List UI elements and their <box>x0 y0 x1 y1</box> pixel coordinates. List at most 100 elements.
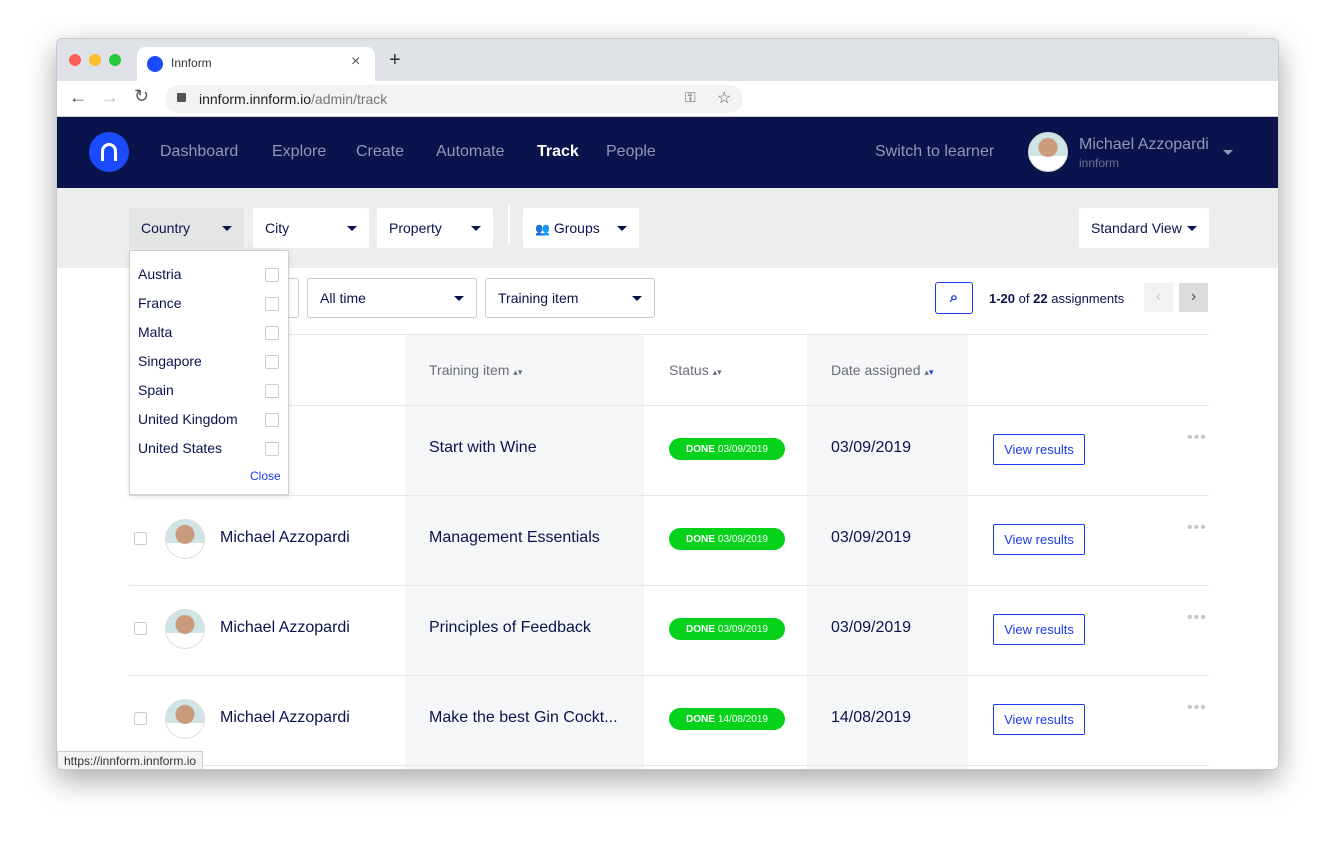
view-label: Standard View <box>1091 220 1182 236</box>
country-dropdown: Austria France Malta Singapore Spain United K… <box>129 250 289 495</box>
groups-label: Groups <box>553 220 600 236</box>
row-checkbox[interactable] <box>134 712 147 725</box>
date-assigned: 03/09/2019 <box>831 439 912 456</box>
divider <box>129 585 1209 586</box>
more-options-icon[interactable]: ••• <box>1187 699 1207 717</box>
minimize-window-button[interactable] <box>89 54 101 66</box>
nav-create[interactable]: Create <box>356 143 404 161</box>
divider <box>129 675 1209 676</box>
key-icon[interactable]: ⚿ <box>685 89 696 106</box>
nav-automate[interactable]: Automate <box>436 143 504 161</box>
row-checkbox[interactable] <box>134 622 147 635</box>
groups-filter[interactable]: 👥 Groups <box>523 208 639 248</box>
time-filter[interactable]: All time <box>307 278 477 318</box>
country-option-checkbox[interactable] <box>265 442 279 456</box>
forward-icon[interactable]: → <box>101 87 119 108</box>
sort-icon: ▴▾ <box>513 367 523 377</box>
close-tab-icon[interactable]: × <box>351 53 360 71</box>
nav-track[interactable]: Track <box>537 143 579 161</box>
users-icon: 👥 <box>535 222 550 236</box>
close-dropdown-link[interactable]: Close <box>250 469 281 483</box>
learner-name[interactable]: Michael Azzopardi <box>220 619 350 637</box>
view-results-button[interactable]: View results <box>993 704 1085 735</box>
learner-name[interactable]: Michael Azzopardi <box>220 529 350 547</box>
user-avatar[interactable] <box>1028 132 1068 172</box>
favicon-icon <box>147 56 163 72</box>
next-page-button[interactable]: › <box>1179 283 1208 312</box>
url-host: innform.innform.io <box>199 91 312 107</box>
header-training-item[interactable]: Training item ▴▾ <box>429 362 522 378</box>
sort-icon: ▴▾ <box>924 367 934 377</box>
user-org: innform <box>1079 156 1120 170</box>
country-option-label: United States <box>138 440 223 456</box>
innform-logo-icon[interactable] <box>89 132 129 172</box>
country-filter[interactable]: Country <box>129 208 244 248</box>
status-badge: DONE 03/09/2019 <box>669 438 785 460</box>
country-option-checkbox[interactable] <box>265 297 279 311</box>
maximize-window-button[interactable] <box>109 54 121 66</box>
date-assigned: 03/09/2019 <box>831 529 912 546</box>
view-results-button[interactable]: View results <box>993 524 1085 555</box>
tab-bar: Innform × + <box>57 39 1278 81</box>
country-option-checkbox[interactable] <box>265 384 279 398</box>
caret-down-icon <box>617 225 627 231</box>
training-item: Make the best Gin Cockt... <box>429 709 618 726</box>
status-badge: DONE 03/09/2019 <box>669 618 785 640</box>
training-item-filter[interactable]: Training item <box>485 278 655 318</box>
switch-to-learner-link[interactable]: Switch to learner <box>875 143 994 161</box>
browser-tab[interactable]: Innform × <box>137 47 375 81</box>
user-name[interactable]: Michael Azzopardi <box>1079 136 1209 154</box>
more-options-icon[interactable]: ••• <box>1187 609 1207 627</box>
nav-people[interactable]: People <box>606 143 656 161</box>
search-button[interactable]: ⌕ <box>935 282 973 314</box>
status-badge: DONE 03/09/2019 <box>669 528 785 550</box>
prev-page-button[interactable]: ‹ <box>1144 283 1173 312</box>
search-icon: ⌕ <box>949 289 959 306</box>
view-selector[interactable]: Standard View <box>1079 208 1209 248</box>
close-window-button[interactable] <box>69 54 81 66</box>
country-option-label: Malta <box>138 324 173 340</box>
divider <box>129 334 1209 335</box>
country-option-label: Spain <box>138 382 174 398</box>
lock-icon <box>177 93 186 102</box>
url-field[interactable]: innform.innform.io/admin/track ⚿ ☆ <box>165 85 743 113</box>
header-status[interactable]: Status ▴▾ <box>669 362 722 378</box>
divider <box>129 405 1209 406</box>
caret-down-icon <box>471 225 481 231</box>
date-assigned: 14/08/2019 <box>831 709 912 726</box>
learner-name[interactable]: Michael Azzopardi <box>220 709 350 727</box>
caret-down-icon <box>632 295 642 301</box>
country-option-checkbox[interactable] <box>265 355 279 369</box>
nav-explore[interactable]: Explore <box>272 143 326 161</box>
country-option-label: Singapore <box>138 353 202 369</box>
caret-down-icon <box>222 225 232 231</box>
time-label: All time <box>320 290 366 306</box>
caret-down-icon <box>347 225 357 231</box>
star-icon[interactable]: ☆ <box>717 88 731 108</box>
country-option-label: United Kingdom <box>138 411 238 427</box>
country-option-label: France <box>138 295 182 311</box>
url-path: /admin/track <box>311 91 388 107</box>
tab-title: Innform <box>171 56 212 70</box>
view-results-button[interactable]: View results <box>993 434 1085 465</box>
country-option-checkbox[interactable] <box>265 326 279 340</box>
new-tab-button[interactable]: + <box>389 49 401 72</box>
city-filter[interactable]: City <box>253 208 369 248</box>
caret-down-icon <box>454 295 464 301</box>
user-menu-caret-icon[interactable] <box>1223 150 1233 155</box>
status-badge: DONE 14/08/2019 <box>669 708 785 730</box>
more-options-icon[interactable]: ••• <box>1187 429 1207 447</box>
avatar <box>165 519 205 559</box>
row-checkbox[interactable] <box>134 532 147 545</box>
more-options-icon[interactable]: ••• <box>1187 519 1207 537</box>
country-option-checkbox[interactable] <box>265 268 279 282</box>
country-option-checkbox[interactable] <box>265 413 279 427</box>
nav-dashboard[interactable]: Dashboard <box>160 143 238 161</box>
property-label: Property <box>389 220 442 236</box>
reload-icon[interactable]: ↻ <box>134 86 149 107</box>
property-filter[interactable]: Property <box>377 208 493 248</box>
header-date-assigned[interactable]: Date assigned ▴▾ <box>831 362 933 378</box>
view-results-button[interactable]: View results <box>993 614 1085 645</box>
back-icon[interactable]: ← <box>69 87 87 108</box>
pagination-info: 1-20 of 22 assignments <box>989 291 1125 306</box>
